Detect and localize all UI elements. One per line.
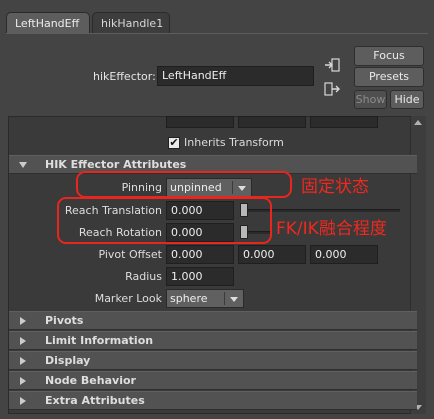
section-display[interactable]: Display <box>9 351 417 370</box>
section-node-behavior[interactable]: Node Behavior <box>9 371 417 390</box>
section-title: Display <box>45 354 91 367</box>
pivot-offset-label: Pivot Offset <box>98 248 162 261</box>
show-button[interactable]: Show <box>354 90 387 109</box>
section-limit-information[interactable]: Limit Information <box>9 331 417 350</box>
pinning-annotation: 固定状态 <box>301 177 369 197</box>
inherits-transform-label: Inherits Transform <box>184 136 284 149</box>
section-title: HIK Effector Attributes <box>45 158 187 171</box>
pivot-offset-z-field[interactable]: 0.000 <box>310 245 378 264</box>
marker-look-label: Marker Look <box>94 292 162 305</box>
dropdown-separator <box>224 292 225 305</box>
focus-button[interactable]: Focus <box>354 46 424 66</box>
tab-divider <box>6 33 428 34</box>
section-title: Limit Information <box>45 334 154 347</box>
marker-look-dropdown[interactable]: sphere <box>166 289 244 308</box>
pinning-highlight-box <box>76 171 292 198</box>
scrolled-field[interactable] <box>310 116 378 128</box>
node-type-label: hikEffector: <box>93 70 156 83</box>
collapse-arrow-icon <box>20 357 26 365</box>
section-title: Node Behavior <box>45 374 136 387</box>
tab-hikhandle1[interactable]: hikHandle1 <box>92 12 170 34</box>
collapse-arrow-icon <box>20 397 26 405</box>
focus-arrow-icon[interactable] <box>324 58 340 72</box>
hide-button[interactable]: Hide <box>390 90 424 109</box>
presets-button[interactable]: Presets <box>354 67 424 87</box>
collapse-arrow-icon <box>20 337 26 345</box>
collapse-arrow-icon <box>20 377 26 385</box>
inherits-transform-checkbox[interactable]: ✔ <box>168 137 180 149</box>
scroll-up-icon[interactable] <box>414 120 422 125</box>
radius-label: Radius <box>125 270 162 283</box>
reach-annotation: FK/IK融合程度 <box>276 219 387 239</box>
select-node-icon[interactable] <box>324 82 340 96</box>
scrolled-field[interactable] <box>166 116 234 128</box>
section-pivots[interactable]: Pivots <box>9 311 417 330</box>
section-extra-attributes[interactable]: Extra Attributes <box>9 391 417 410</box>
marker-look-value: sphere <box>170 292 208 305</box>
section-title: Extra Attributes <box>45 394 145 407</box>
radius-field[interactable]: 1.000 <box>166 267 234 286</box>
chevron-down-icon <box>230 297 238 302</box>
node-name-field[interactable]: LeftHandEff <box>157 66 314 86</box>
tab-lefthandeff[interactable]: LeftHandEff <box>6 12 90 34</box>
expand-arrow-icon <box>19 162 27 168</box>
pivot-offset-x-field[interactable]: 0.000 <box>166 245 234 264</box>
collapse-arrow-icon <box>20 317 26 325</box>
reach-highlight-box <box>57 197 272 244</box>
scrolled-field[interactable] <box>238 116 306 128</box>
tab-bar: LeftHandEff hikHandle1 <box>6 12 170 34</box>
pivot-offset-y-field[interactable]: 0.000 <box>238 245 306 264</box>
section-title: Pivots <box>45 314 84 327</box>
